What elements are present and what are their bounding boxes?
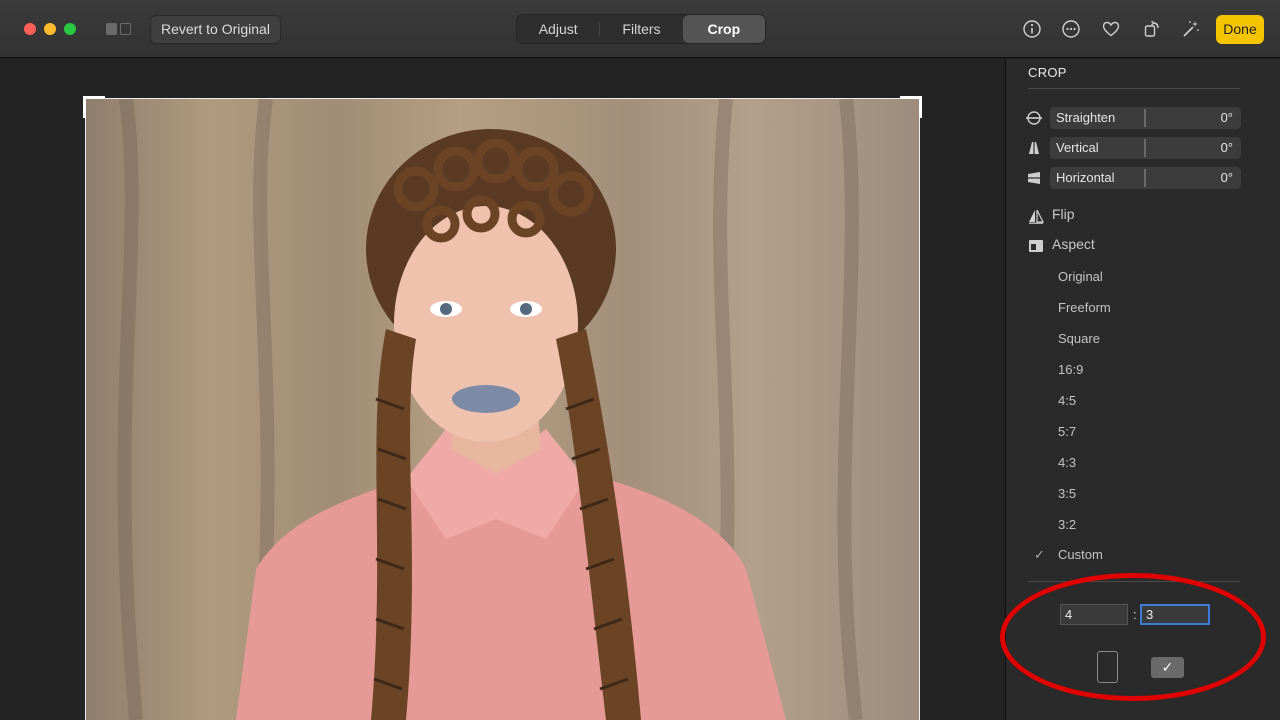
divider <box>1028 581 1240 582</box>
flip-label: Flip <box>1052 206 1075 222</box>
horizontal-value: 0° <box>1220 170 1233 185</box>
split-view-toggle-icon[interactable] <box>106 23 134 35</box>
crop-handle-top-left-vertical[interactable] <box>83 96 86 118</box>
aspect-option-5-7[interactable]: 5:7 <box>1058 424 1076 439</box>
minimize-window-button[interactable] <box>44 23 56 35</box>
done-button[interactable]: Done <box>1216 15 1264 44</box>
vertical-knob[interactable] <box>1144 139 1146 157</box>
custom-ratio-height-input[interactable] <box>1140 604 1210 625</box>
aspect-icon <box>1029 240 1043 252</box>
aspect-option-3-5[interactable]: 3:5 <box>1058 486 1076 501</box>
aspect-option-3-2[interactable]: 3:2 <box>1058 517 1076 532</box>
custom-ratio-inputs: : <box>1060 604 1220 625</box>
straighten-icon <box>1026 111 1042 125</box>
toolbar: Revert to Original Adjust Filters Crop D… <box>0 0 1280 58</box>
vertical-value: 0° <box>1220 140 1233 155</box>
zoom-window-button[interactable] <box>64 23 76 35</box>
horizontal-knob[interactable] <box>1144 169 1146 187</box>
straighten-value: 0° <box>1220 110 1233 125</box>
aspect-option-16-9[interactable]: 16:9 <box>1058 362 1083 377</box>
photo-being-cropped[interactable] <box>86 99 919 720</box>
favorite-heart-icon[interactable] <box>1101 19 1121 39</box>
divider <box>1028 88 1240 89</box>
straighten-slider[interactable]: Straighten 0° <box>1026 107 1241 129</box>
aspect-option-4-5[interactable]: 4:5 <box>1058 393 1076 408</box>
vertical-slider[interactable]: Vertical 0° <box>1026 137 1241 159</box>
crop-handle-top-left[interactable] <box>83 96 105 99</box>
portrait-orientation-button[interactable] <box>1097 651 1118 683</box>
flip-icon <box>1029 209 1044 224</box>
horizontal-track[interactable]: Horizontal 0° <box>1050 167 1241 189</box>
crop-handle-top-right-vertical[interactable] <box>919 96 922 118</box>
close-window-button[interactable] <box>24 23 36 35</box>
straighten-knob[interactable] <box>1144 109 1146 127</box>
portrait-photo-illustration <box>117 99 863 720</box>
revert-to-original-button[interactable]: Revert to Original <box>150 15 281 44</box>
aspect-option-custom[interactable]: Custom <box>1058 547 1103 562</box>
horizontal-label: Horizontal <box>1056 170 1115 185</box>
rotate-icon[interactable] <box>1142 19 1162 39</box>
aspect-label: Aspect <box>1052 236 1095 252</box>
vertical-track[interactable]: Vertical 0° <box>1050 137 1241 159</box>
straighten-label: Straighten <box>1056 110 1116 125</box>
auto-enhance-wand-icon[interactable] <box>1181 19 1201 39</box>
vertical-perspective-icon <box>1029 142 1039 154</box>
straighten-track[interactable]: Straighten 0° <box>1050 107 1241 129</box>
aspect-option-original[interactable]: Original <box>1058 269 1103 284</box>
tab-filters[interactable]: Filters <box>600 15 682 43</box>
tab-adjust[interactable]: Adjust <box>517 15 599 43</box>
selected-checkmark-icon: ✓ <box>1034 547 1045 562</box>
aspect-option-freeform[interactable]: Freeform <box>1058 300 1111 315</box>
horizontal-perspective-icon <box>1028 172 1040 184</box>
vertical-label: Vertical <box>1056 140 1099 155</box>
crop-sidebar: CROP Straighten 0° Vertical 0° Horizonta… <box>1005 59 1280 720</box>
info-icon[interactable] <box>1022 19 1042 39</box>
photo-canvas <box>0 59 1005 720</box>
ratio-separator: : <box>1133 607 1137 622</box>
landscape-orientation-button[interactable]: ✓ <box>1151 657 1184 678</box>
more-icon[interactable] <box>1061 19 1081 39</box>
horizontal-slider[interactable]: Horizontal 0° <box>1026 167 1241 189</box>
tab-crop[interactable]: Crop <box>682 15 765 43</box>
custom-ratio-width-input[interactable] <box>1060 604 1128 625</box>
edit-mode-segmented-control: Adjust Filters Crop <box>516 14 766 44</box>
aspect-option-4-3[interactable]: 4:3 <box>1058 455 1076 470</box>
crop-section-title: CROP <box>1028 65 1067 80</box>
aspect-option-square[interactable]: Square <box>1058 331 1100 346</box>
